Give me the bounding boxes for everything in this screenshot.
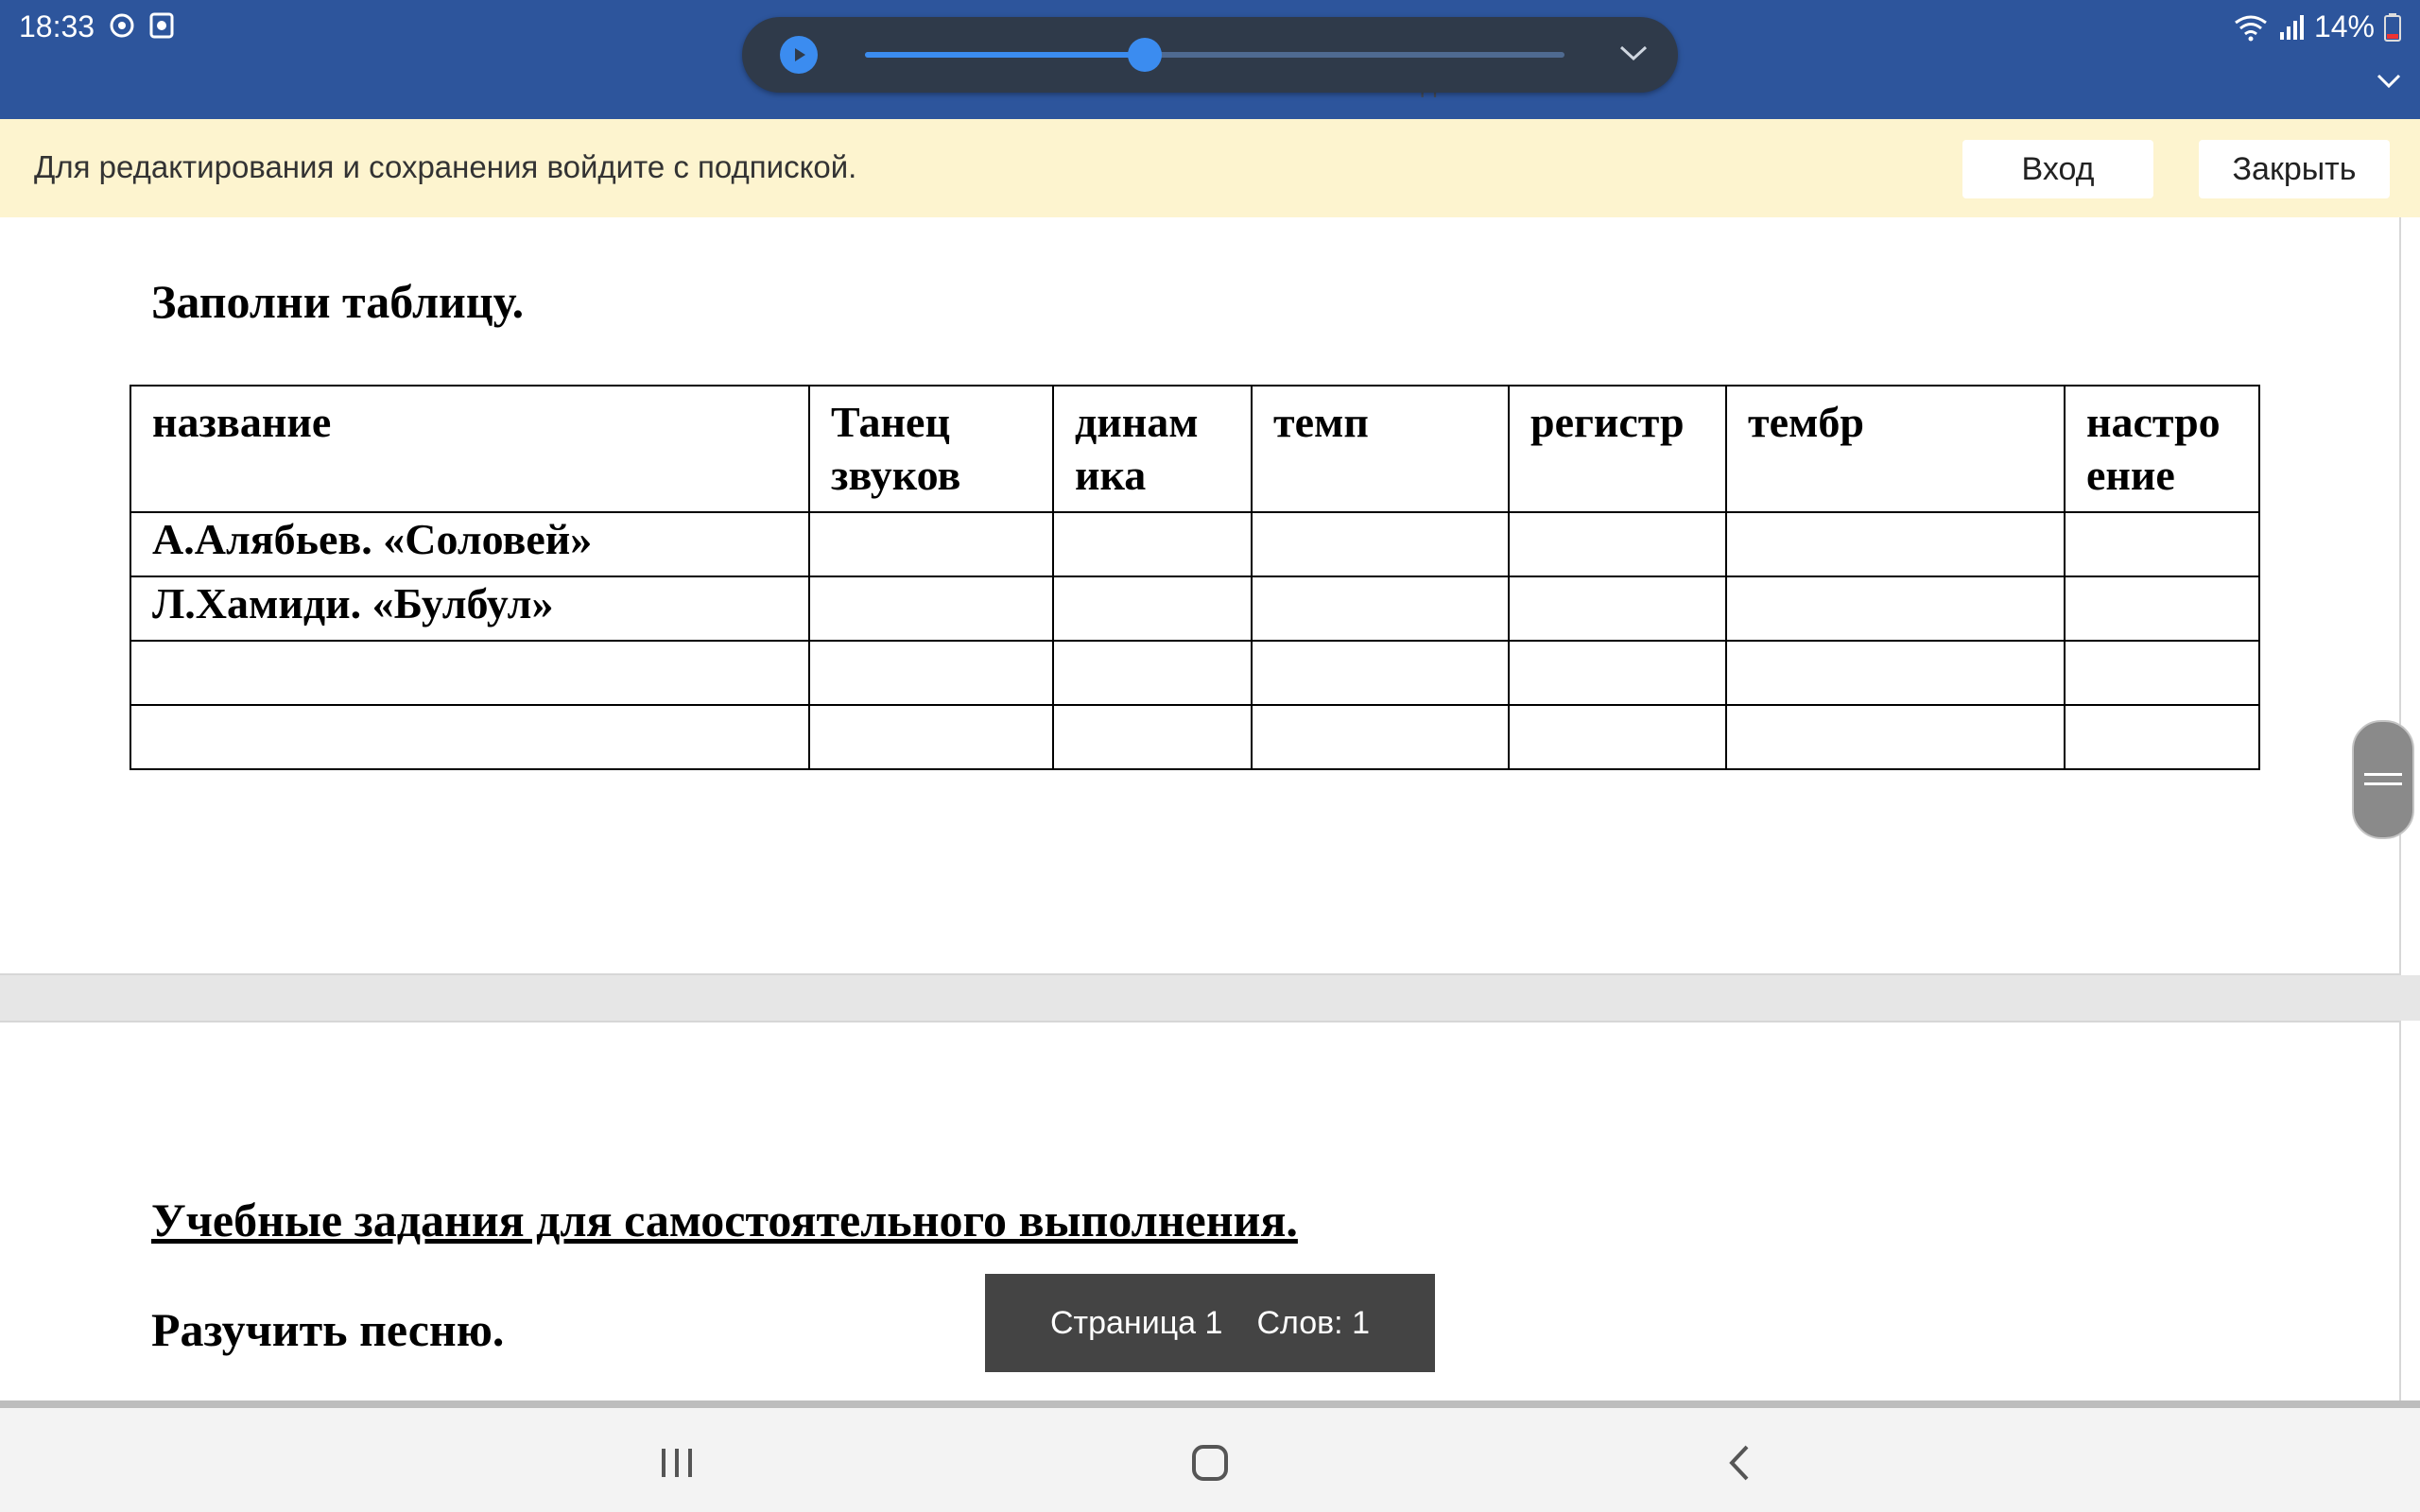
screen-record-icon <box>149 12 174 39</box>
table-row <box>130 640 2260 706</box>
status-right: 14% <box>2233 9 2401 44</box>
table-cell[interactable] <box>1725 511 2066 577</box>
header-cell: Танец звуков <box>808 385 1054 513</box>
toast-words: Слов: 1 <box>1256 1304 1370 1341</box>
table-cell[interactable] <box>1725 704 2066 770</box>
login-button[interactable]: Вход <box>1962 140 2153 198</box>
toast-page: Страница 1 <box>1049 1304 1223 1341</box>
table-cell[interactable] <box>130 640 810 706</box>
header-cell: регистр <box>1508 385 1727 513</box>
table-cell[interactable] <box>808 511 1054 577</box>
page-divider <box>0 1400 2420 1408</box>
back-button[interactable] <box>1711 1435 1768 1491</box>
signal-icon <box>2279 14 2304 40</box>
header-cell: настро ение <box>2064 385 2260 513</box>
status-time: 18:33 <box>19 9 95 43</box>
battery-percentage: 14% <box>2313 9 2375 43</box>
worksheet-table: название Танец звуков динам ика темп регис… <box>130 385 2260 770</box>
play-button[interactable] <box>780 36 818 74</box>
table-cell[interactable] <box>808 576 1054 642</box>
recent-apps-button[interactable] <box>648 1435 705 1491</box>
table-cell[interactable] <box>2064 704 2260 770</box>
table-cell[interactable] <box>1251 511 1510 577</box>
header-cell: темп <box>1251 385 1510 513</box>
table-cell[interactable] <box>1508 704 1727 770</box>
audio-progress-fill <box>865 52 1145 58</box>
table-cell[interactable]: А.Алябьев. «Соловей» <box>130 511 810 577</box>
table-cell[interactable] <box>1251 576 1510 642</box>
table-cell[interactable] <box>1251 704 1510 770</box>
page-word-count-toast: Страница 1 Слов: 1 <box>985 1274 1435 1372</box>
table-header-row: название Танец звуков динам ика темп регис… <box>130 385 2260 513</box>
task-title: Заполни таблицу. <box>151 275 525 328</box>
chevron-down-icon[interactable] <box>1617 42 1650 64</box>
table-cell[interactable] <box>1508 511 1727 577</box>
table-cell[interactable] <box>1725 576 2066 642</box>
table-cell[interactable] <box>2064 640 2260 706</box>
table-cell[interactable] <box>1052 576 1253 642</box>
table-cell[interactable] <box>2064 576 2260 642</box>
subscription-banner: Для редактирования и сохранения войдите … <box>0 119 2420 217</box>
header-cell: название <box>130 385 810 513</box>
task-learn-song: Разучить песню. <box>151 1303 505 1356</box>
audio-progress-thumb[interactable] <box>1128 38 1162 72</box>
play-icon <box>795 48 805 61</box>
table-row: А.Алябьев. «Соловей» <box>130 511 2260 577</box>
scroll-handle[interactable] <box>2352 720 2414 839</box>
home-icon <box>1192 1445 1228 1481</box>
table-cell[interactable] <box>1052 511 1253 577</box>
table-row <box>130 704 2260 770</box>
table-cell[interactable] <box>1508 576 1727 642</box>
table-cell[interactable] <box>1508 640 1727 706</box>
drag-handle-icon <box>2364 773 2402 785</box>
table-cell[interactable] <box>130 704 810 770</box>
table-cell[interactable] <box>808 704 1054 770</box>
table-cell[interactable] <box>2064 511 2260 577</box>
top-app-bar: 18:33 14% 46f8bd73bc9840a58cf572a69dfab2… <box>0 0 2420 119</box>
home-button[interactable] <box>1182 1435 1238 1491</box>
status-icons-left <box>108 11 174 40</box>
audio-progress-track[interactable] <box>865 38 1564 72</box>
section-title: Учебные задания для самостоятельного вып… <box>151 1194 1298 1246</box>
recent-apps-icon <box>662 1449 692 1477</box>
table-cell[interactable] <box>808 640 1054 706</box>
table-cell[interactable] <box>1251 640 1510 706</box>
banner-message: Для редактирования и сохранения войдите … <box>34 149 857 184</box>
header-cell: динам ика <box>1052 385 1253 513</box>
battery-icon <box>2384 12 2401 42</box>
table-cell[interactable] <box>1725 640 2066 706</box>
table-cell[interactable] <box>1052 704 1253 770</box>
wifi-icon <box>2235 15 2267 41</box>
sync-icon <box>110 13 134 38</box>
audio-player <box>742 17 1678 93</box>
table-row: Л.Хамиди. «Булбул» <box>130 576 2260 642</box>
table-cell[interactable] <box>1052 640 1253 706</box>
system-nav-bar <box>0 1408 2420 1512</box>
header-cell: тембр <box>1725 385 2066 513</box>
close-button[interactable]: Закрыть <box>2199 140 2390 198</box>
page-gap <box>0 975 2420 1021</box>
back-icon <box>1729 1445 1749 1481</box>
table-cell[interactable]: Л.Хамиди. «Булбул» <box>130 576 810 642</box>
